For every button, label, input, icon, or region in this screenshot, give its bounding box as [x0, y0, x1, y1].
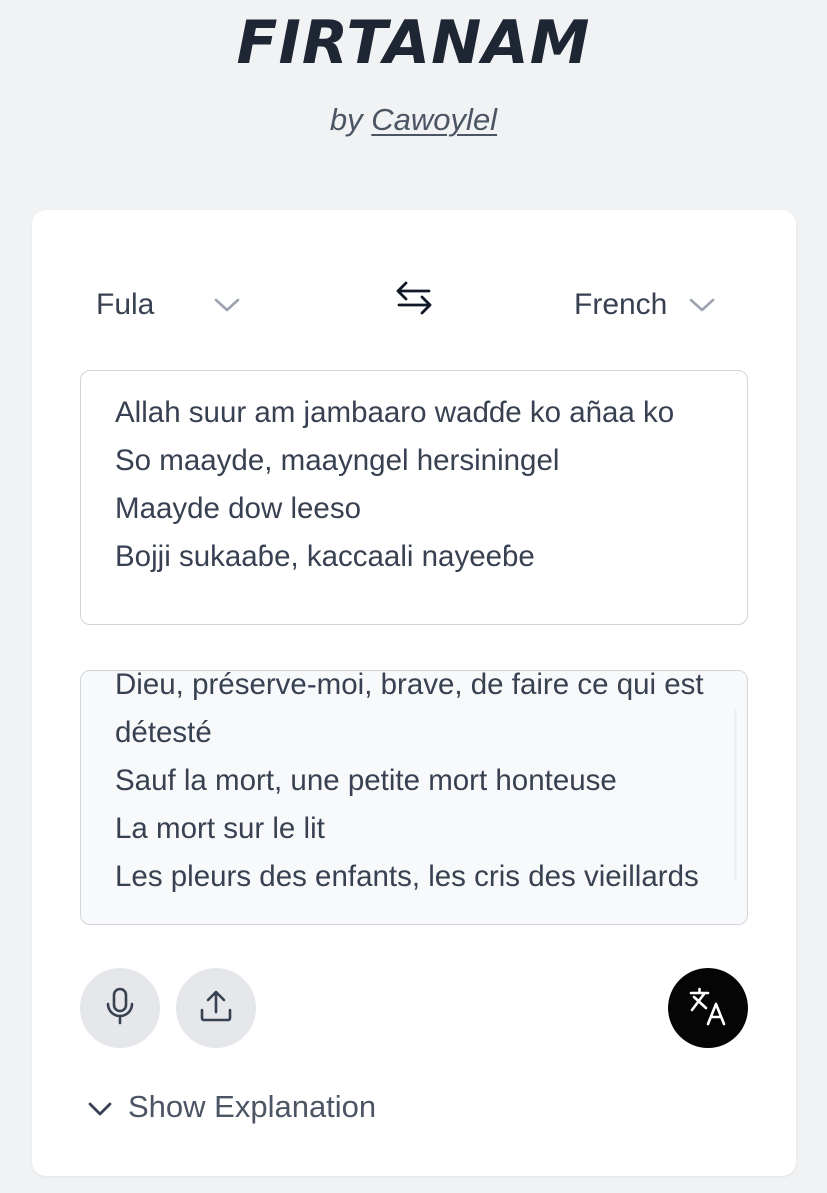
translate-button[interactable] — [668, 968, 748, 1048]
source-text: Allah suur am jambaaro waɗɗe ko añaa ko … — [115, 396, 675, 573]
output-scrollbar[interactable] — [734, 709, 737, 881]
byline: by Cawoylel — [0, 102, 827, 138]
translation-output[interactable]: Dieu, préserve-moi, brave, de faire ce q… — [80, 670, 748, 925]
source-language-select[interactable]: Fula — [96, 282, 240, 328]
microphone-icon — [105, 987, 135, 1030]
translation-text: Dieu, préserve-moi, brave, de faire ce q… — [115, 670, 704, 893]
target-language-select[interactable]: French — [574, 282, 715, 328]
author-link[interactable]: Cawoylel — [371, 102, 497, 137]
source-text-input[interactable]: Allah suur am jambaaro waɗɗe ko añaa ko … — [80, 370, 748, 625]
microphone-button[interactable] — [80, 968, 160, 1048]
chevron-down-icon — [689, 297, 715, 313]
translator-card: Fula French Allah suur am jambaaro waɗɗe… — [32, 210, 796, 1176]
show-explanation-label: Show Explanation — [128, 1089, 377, 1124]
swap-arrows-icon — [396, 281, 432, 322]
swap-languages-button[interactable] — [396, 278, 432, 318]
chevron-down-icon — [214, 297, 240, 313]
upload-button[interactable] — [176, 968, 256, 1048]
translate-icon — [688, 986, 728, 1031]
app-logo: FIRTANAM — [236, 8, 591, 78]
byline-prefix: by — [329, 102, 363, 137]
upload-icon — [198, 988, 234, 1029]
target-language-label: French — [574, 288, 668, 321]
chevron-down-icon — [88, 1089, 128, 1125]
show-explanation-toggle[interactable]: Show Explanation — [88, 1085, 376, 1129]
source-language-label: Fula — [96, 288, 155, 321]
